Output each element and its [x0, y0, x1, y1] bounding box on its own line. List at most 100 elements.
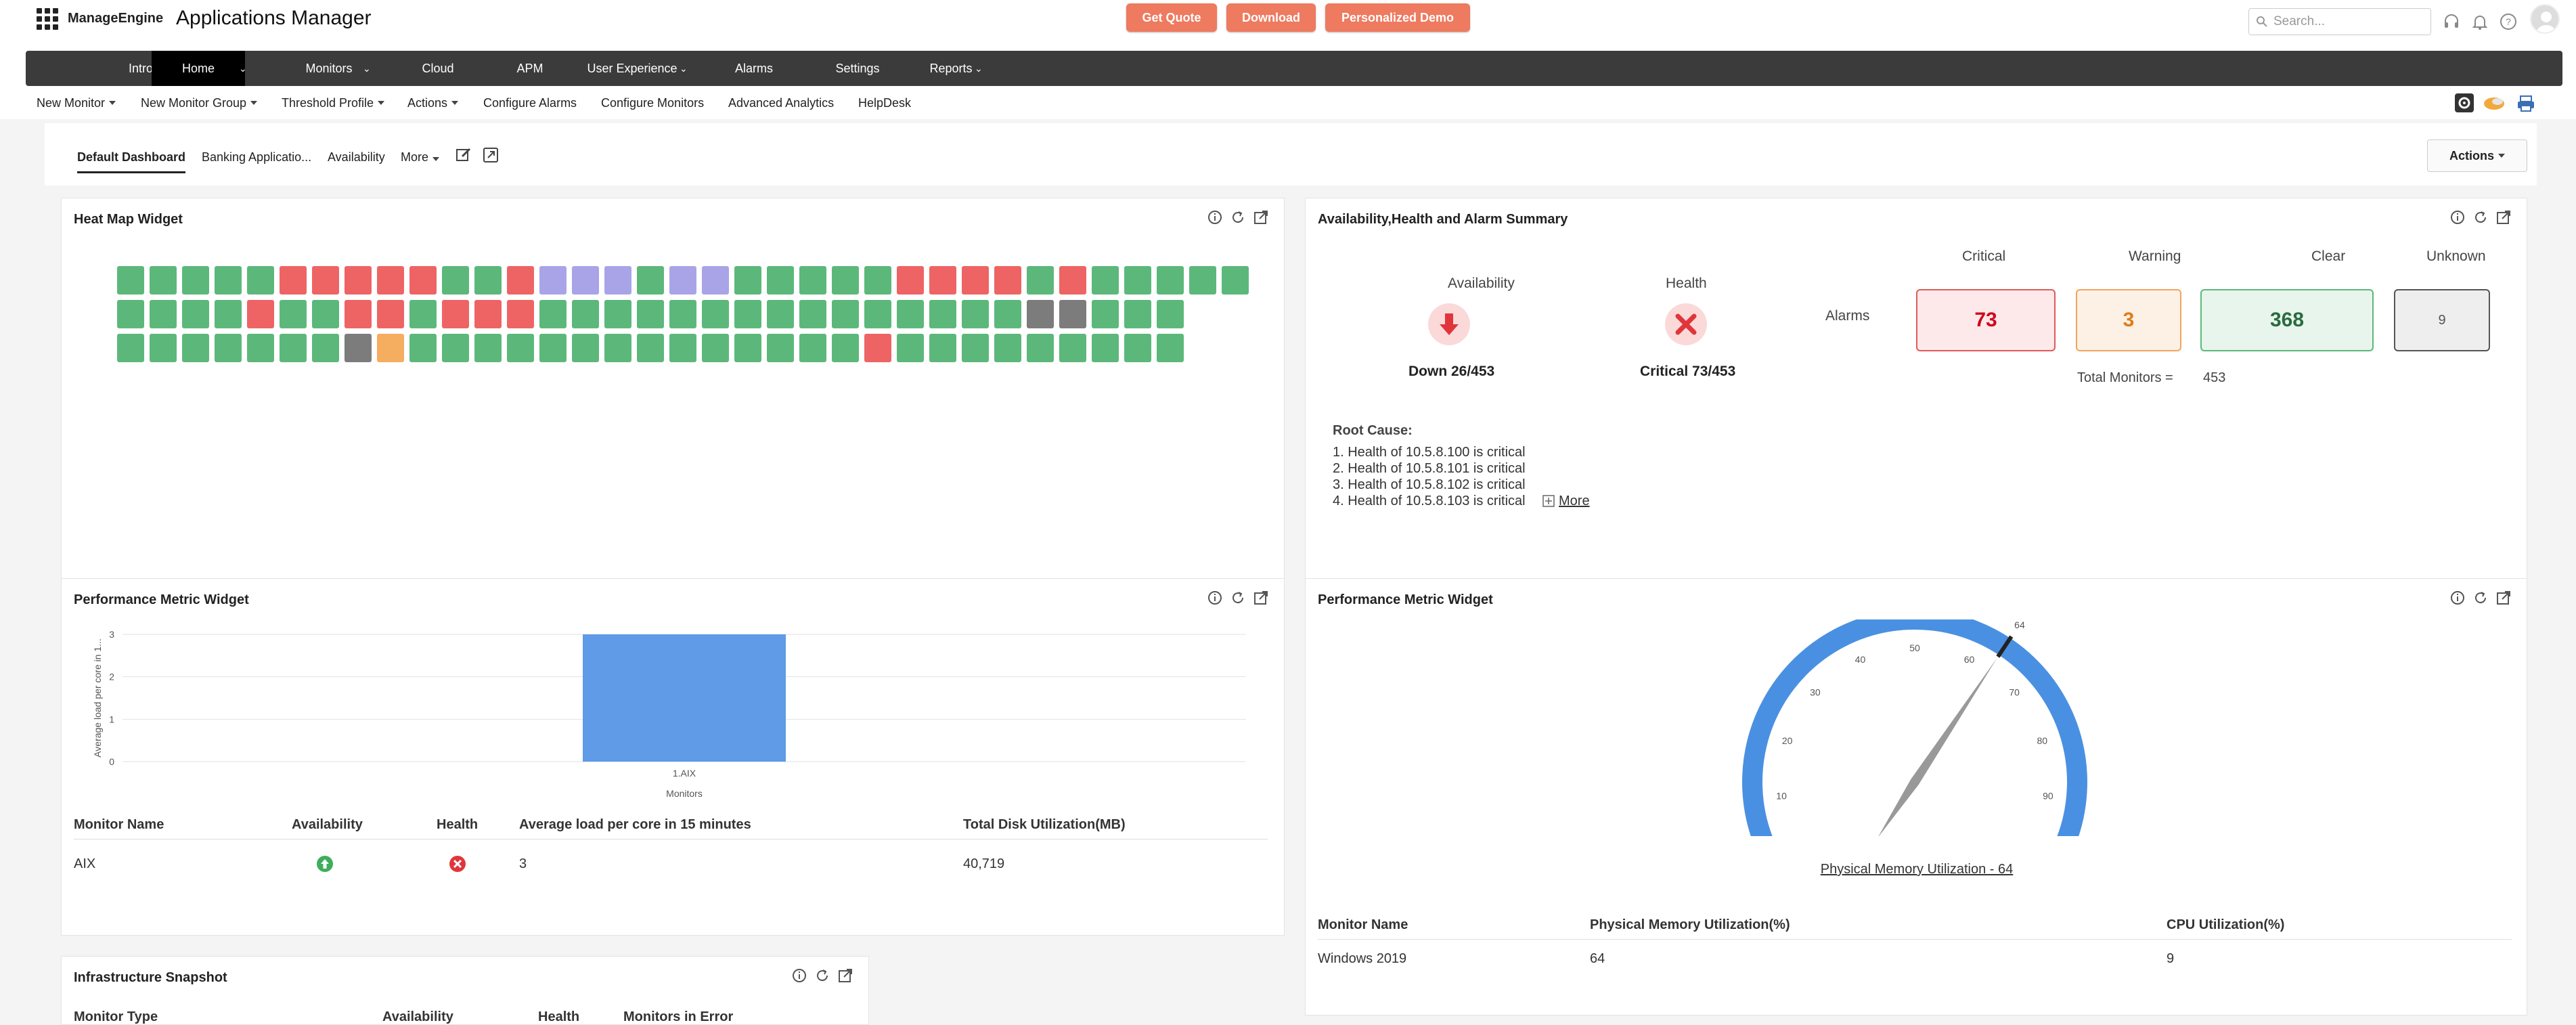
unknown-alarm-count[interactable]: 9 [2394, 289, 2490, 351]
heatmap-cell[interactable] [117, 334, 144, 362]
heatmap-cell[interactable] [474, 334, 502, 362]
heatmap-cell[interactable] [897, 266, 924, 295]
heatmap-cell[interactable] [929, 300, 956, 328]
heatmap-cell[interactable] [1222, 266, 1249, 295]
heatmap-cell[interactable] [247, 266, 274, 295]
heatmap-cell[interactable] [962, 334, 989, 362]
heatmap-cell[interactable] [280, 300, 307, 328]
helpdesk-link[interactable]: HelpDesk [858, 89, 911, 116]
heatmap-cell[interactable] [897, 300, 924, 328]
heatmap-cell[interactable] [1157, 300, 1184, 328]
heatmap-cell[interactable] [409, 300, 437, 328]
popout-icon[interactable] [1253, 590, 1269, 606]
availability-value[interactable]: Down 26/453 [1408, 364, 1494, 380]
heatmap-cell[interactable] [150, 300, 177, 328]
heatmap-cell[interactable] [409, 334, 437, 362]
heatmap-cell[interactable] [1157, 334, 1184, 362]
nav-reports[interactable]: Reports [900, 51, 1002, 86]
tab-more[interactable]: More [401, 150, 440, 165]
heatmap-cell[interactable] [572, 334, 599, 362]
health-value[interactable]: Critical 73/453 [1640, 364, 1735, 380]
heatmap-cell[interactable] [1124, 334, 1151, 362]
info-icon[interactable] [791, 967, 807, 984]
print-icon[interactable] [2516, 95, 2535, 112]
chevron-down-icon[interactable]: ⌄ [239, 51, 247, 86]
heatmap-cell[interactable] [117, 300, 144, 328]
chevron-down-icon[interactable]: ⌄ [363, 51, 371, 86]
nav-home[interactable]: Home [152, 51, 245, 86]
advanced-analytics-link[interactable]: Advanced Analytics [728, 89, 834, 116]
heatmap-cell[interactable] [637, 300, 664, 328]
heatmap-cell[interactable] [539, 334, 567, 362]
nav-settings[interactable]: Settings [803, 51, 912, 86]
heatmap-cell[interactable] [929, 334, 956, 362]
heatmap-cell[interactable] [442, 334, 469, 362]
heatmap-cell[interactable] [1027, 334, 1054, 362]
heatmap-cell[interactable] [182, 300, 209, 328]
refresh-icon[interactable] [2472, 590, 2489, 606]
headset-icon[interactable] [2442, 12, 2461, 31]
personalized-demo-button[interactable]: Personalized Demo [1325, 3, 1470, 32]
tab-banking-application[interactable]: Banking Applicatio... [202, 150, 311, 165]
brand-logo[interactable]: ManageEngine [68, 11, 163, 26]
more-root-causes-link[interactable]: More [1559, 494, 1590, 509]
heatmap-cell[interactable] [280, 266, 307, 295]
gear-icon[interactable] [2454, 93, 2474, 113]
heatmap-cell[interactable] [1157, 266, 1184, 295]
heatmap-cell[interactable] [117, 266, 144, 295]
heatmap-cell[interactable] [929, 266, 956, 295]
heatmap-cell[interactable] [1027, 266, 1054, 295]
heatmap-cell[interactable] [1059, 266, 1086, 295]
edit-icon[interactable] [455, 146, 472, 164]
popout-icon[interactable] [837, 967, 853, 984]
heatmap-cell[interactable] [377, 300, 404, 328]
heatmap-cell[interactable] [345, 300, 372, 328]
heatmap-cell[interactable] [897, 334, 924, 362]
heatmap-cell[interactable] [1189, 266, 1216, 295]
heatmap-cell[interactable] [507, 266, 534, 295]
heatmap-cell[interactable] [215, 300, 242, 328]
clear-alarm-count[interactable]: 368 [2200, 289, 2374, 351]
configure-monitors-link[interactable]: Configure Monitors [601, 89, 704, 116]
heatmap-cell[interactable] [799, 266, 826, 295]
heatmap-cell[interactable] [1124, 266, 1151, 295]
heatmap-cell[interactable] [637, 334, 664, 362]
bell-icon[interactable] [2470, 12, 2489, 31]
info-icon[interactable] [2449, 209, 2466, 225]
heatmap-cell[interactable] [1092, 266, 1119, 295]
heatmap-cell[interactable] [1059, 300, 1086, 328]
popout-icon[interactable] [1253, 209, 1269, 225]
heatmap-cell[interactable] [799, 300, 826, 328]
heatmap-cell[interactable] [604, 266, 631, 295]
heatmap-cell[interactable] [377, 266, 404, 295]
heatmap-cell[interactable] [767, 334, 794, 362]
warning-alarm-count[interactable]: 3 [2076, 289, 2181, 351]
critical-alarm-count[interactable]: 73 [1916, 289, 2056, 351]
heatmap-cell[interactable] [767, 266, 794, 295]
heatmap-cell[interactable] [669, 300, 696, 328]
heatmap-cell[interactable] [734, 300, 761, 328]
heatmap-cell[interactable] [1092, 300, 1119, 328]
heatmap-cell[interactable] [442, 300, 469, 328]
tab-default-dashboard[interactable]: Default Dashboard [77, 150, 186, 173]
heatmap-cell[interactable] [994, 334, 1021, 362]
theme-icon[interactable] [2483, 95, 2506, 112]
export-icon[interactable] [482, 146, 499, 164]
heatmap-cell[interactable] [507, 334, 534, 362]
info-icon[interactable] [2449, 590, 2466, 606]
heatmap-cell[interactable] [312, 334, 339, 362]
heatmap-cell[interactable] [539, 300, 567, 328]
heatmap-cell[interactable] [734, 334, 761, 362]
heatmap-cell[interactable] [280, 334, 307, 362]
heatmap-cell[interactable] [832, 300, 859, 328]
chevron-down-icon[interactable]: ⌄ [680, 51, 688, 86]
new-monitor-menu[interactable]: New Monitor [37, 89, 116, 116]
expand-icon[interactable] [1542, 495, 1555, 507]
heatmap-cell[interactable] [442, 266, 469, 295]
heatmap-cell[interactable] [377, 334, 404, 362]
heatmap-cell[interactable] [572, 266, 599, 295]
search-input[interactable]: Search... [2248, 8, 2431, 35]
heatmap-cell[interactable] [182, 334, 209, 362]
heatmap-cell[interactable] [864, 266, 891, 295]
heatmap-cell[interactable] [604, 300, 631, 328]
